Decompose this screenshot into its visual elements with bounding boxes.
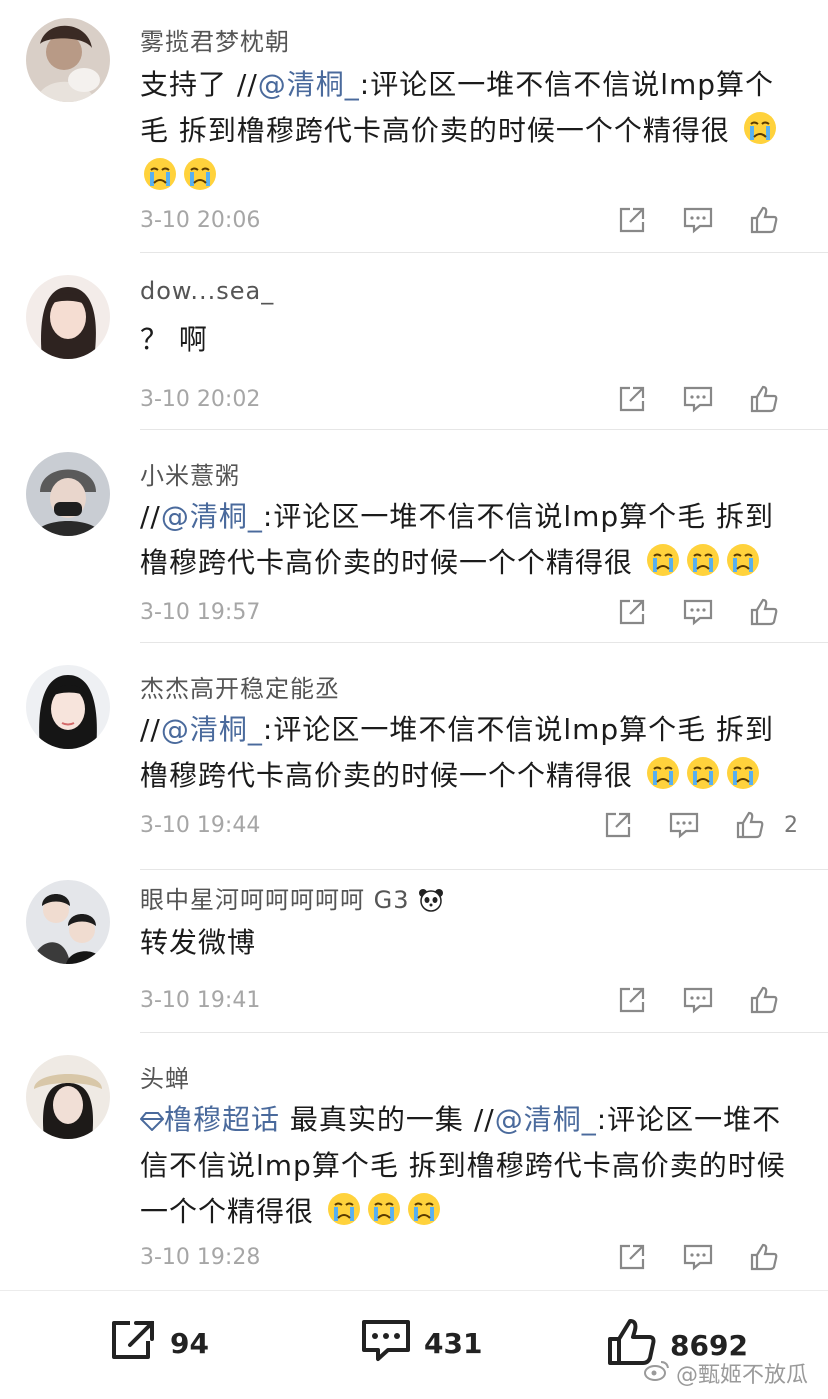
comment-item: 杰杰高开稳定能丞 //@清桐_:评论区一堆不信不信说lmp算个毛 拆到橹穆跨代卡… (26, 643, 828, 870)
avatar[interactable] (26, 18, 110, 102)
avatar[interactable] (26, 275, 110, 359)
repost-icon (108, 1317, 158, 1370)
crying-emoji-icon (743, 111, 777, 145)
username[interactable]: 小米薏粥 (140, 456, 240, 491)
comment-item: 小米薏粥 //@清桐_:评论区一堆不信不信说lmp算个毛 拆到橹穆跨代卡高价卖的… (26, 430, 828, 643)
diamond-icon (139, 1112, 165, 1132)
comment-button[interactable]: 431 (360, 1317, 482, 1370)
comment-icon[interactable] (680, 1239, 716, 1275)
comment-text: //@清桐_:评论区一堆不信不信说lmp算个毛 拆到橹穆跨代卡高价卖的时候一个个… (140, 500, 775, 579)
comment-text: 支持了 //@清桐_:评论区一堆不信不信说lmp算个毛 拆到橹穆跨代卡高价卖的时… (140, 62, 800, 200)
timestamp: 3-10 20:02 (140, 387, 261, 412)
repost-count: 94 (170, 1327, 209, 1360)
mention-link[interactable]: @清桐_ (258, 68, 360, 101)
mention-link[interactable]: @清桐_ (161, 500, 263, 533)
comment-actions (614, 1239, 798, 1275)
comment-count: 431 (424, 1327, 483, 1360)
crying-emoji-icon (407, 1192, 441, 1226)
like-icon[interactable] (746, 202, 782, 238)
repost-icon[interactable] (614, 202, 650, 238)
username[interactable]: 头蝉 (140, 1059, 190, 1094)
repost-icon[interactable] (614, 1239, 650, 1275)
crying-emoji-icon (327, 1192, 361, 1226)
crying-emoji-icon (646, 543, 680, 577)
like-icon[interactable] (746, 1239, 782, 1275)
comment-text: //@清桐_:评论区一堆不信不信说lmp算个毛 拆到橹穆跨代卡高价卖的时候一个个… (140, 713, 775, 792)
comment-feed: 雾揽君梦枕朝 支持了 //@清桐_:评论区一堆不信不信说lmp算个毛 拆到橹穆跨… (0, 0, 828, 1292)
avatar[interactable] (26, 880, 110, 964)
comment-actions (614, 381, 798, 417)
comment-icon (360, 1317, 412, 1370)
timestamp: 3-10 19:41 (140, 988, 261, 1013)
like-icon[interactable] (732, 807, 768, 843)
crying-emoji-icon (646, 756, 680, 790)
comment-actions: 2 (600, 807, 798, 843)
timestamp: 3-10 19:57 (140, 600, 261, 625)
comment-actions (614, 982, 798, 1018)
comment-icon[interactable] (680, 202, 716, 238)
timestamp: 3-10 20:06 (140, 208, 261, 233)
crying-emoji-icon (143, 157, 177, 191)
crying-emoji-icon (183, 157, 217, 191)
comment-icon[interactable] (680, 982, 716, 1018)
crying-emoji-icon (686, 543, 720, 577)
crying-emoji-icon (726, 543, 760, 577)
crying-emoji-icon (686, 756, 720, 790)
comment-item: dow...sea_ ？ 啊 3-10 20:02 (26, 253, 828, 430)
repost-icon[interactable] (600, 807, 636, 843)
repost-icon[interactable] (614, 381, 650, 417)
comment-icon[interactable] (666, 807, 702, 843)
comment-item: 眼中星河呵呵呵呵呵 G3 转发微博 3-10 19:41 (26, 870, 828, 1033)
avatar[interactable] (26, 1055, 110, 1139)
comment-text: 橹穆超话 最真实的一集 //@清桐_:评论区一堆不信不信说lmp算个毛 拆到橹穆… (139, 1103, 786, 1228)
crying-emoji-icon (726, 756, 760, 790)
comment-text: ？ 啊 (140, 323, 208, 356)
username[interactable]: 眼中星河呵呵呵呵呵 G3 (140, 880, 444, 915)
weibo-logo-icon (643, 1359, 670, 1387)
comment-item: 头蝉 橹穆超话 最真实的一集 //@清桐_:评论区一堆不信不信说lmp算个毛 拆… (26, 1033, 828, 1292)
mention-link[interactable]: @清桐_ (495, 1103, 597, 1136)
like-icon[interactable] (746, 594, 782, 630)
comment-item: 雾揽君梦枕朝 支持了 //@清桐_:评论区一堆不信不信说lmp算个毛 拆到橹穆跨… (26, 0, 828, 253)
topic-link[interactable]: 橹穆超话 (139, 1103, 280, 1136)
repost-icon[interactable] (614, 982, 650, 1018)
like-icon[interactable] (746, 381, 782, 417)
panda-icon (418, 886, 444, 914)
avatar[interactable] (26, 452, 110, 536)
mention-link[interactable]: @清桐_ (161, 713, 263, 746)
watermark: @甄姬不放瓜 (643, 1357, 808, 1389)
crying-emoji-icon (367, 1192, 401, 1226)
comment-actions (614, 202, 798, 238)
comment-icon[interactable] (680, 594, 716, 630)
like-count: 2 (784, 812, 798, 838)
comment-text: 转发微博 (140, 926, 257, 959)
timestamp: 3-10 19:28 (140, 1245, 261, 1270)
comment-actions (614, 594, 798, 630)
timestamp: 3-10 19:44 (140, 813, 261, 838)
avatar[interactable] (26, 665, 110, 749)
username[interactable]: 杰杰高开稳定能丞 (140, 669, 340, 704)
repost-icon[interactable] (614, 594, 650, 630)
repost-button[interactable]: 94 (108, 1317, 209, 1370)
username[interactable]: dow...sea_ (140, 277, 274, 305)
username[interactable]: 雾揽君梦枕朝 (140, 22, 290, 57)
like-icon[interactable] (746, 982, 782, 1018)
bottom-action-bar: 94 431 8692 @甄姬不放瓜 (0, 1290, 828, 1399)
comment-icon[interactable] (680, 381, 716, 417)
